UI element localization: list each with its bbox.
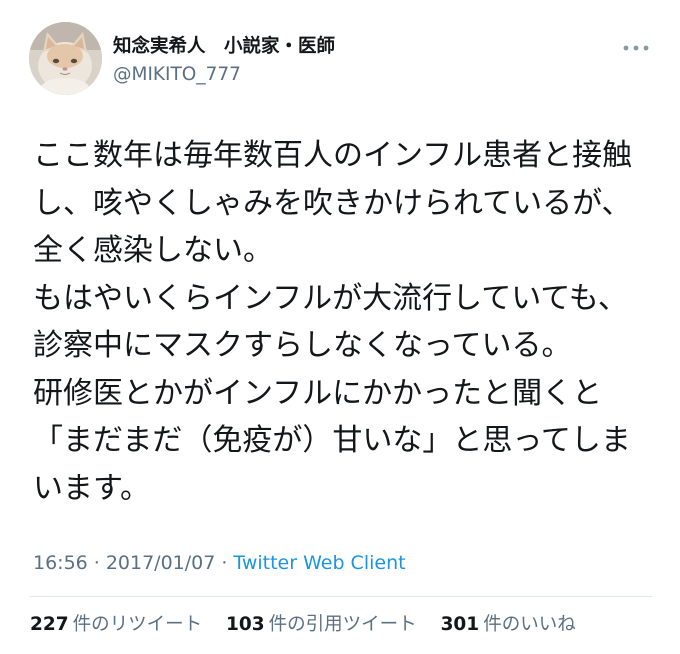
tweet-metadata: 16:56 · 2017/01/07 · Twitter Web Client — [33, 550, 653, 576]
more-options-button[interactable] — [618, 38, 654, 58]
tweet-source-link[interactable]: Twitter Web Client — [233, 552, 405, 574]
tweet-line: います。 — [33, 470, 150, 506]
tweet-line: 「まだまだ（免疫が）甘いな」と思ってしま — [33, 423, 631, 458]
tweet-time[interactable]: 16:56 — [33, 552, 88, 574]
quote-tweets-stat[interactable]: 103 件の引用ツイート — [226, 611, 417, 639]
avatar[interactable] — [29, 22, 102, 95]
like-label: 件のいいね — [483, 614, 576, 635]
tweet-text: ここ数年は毎年数百人のインフル患者と接触 し、咳やくしゃみを吹きかけられているが… — [33, 132, 663, 512]
tweet-stats: 227 件のリツイート 103 件の引用ツイート 301 件のいいね — [30, 611, 660, 639]
tweet-line: し、咳やくしゃみを吹きかけられているが、 — [33, 185, 632, 221]
quote-tweet-label: 件の引用ツイート — [268, 614, 417, 635]
retweets-stat[interactable]: 227 件のリツイート — [30, 611, 202, 639]
retweet-label: 件のリツイート — [72, 614, 203, 635]
retweet-count: 227 — [30, 614, 69, 635]
likes-stat[interactable]: 301 件のいいね — [441, 611, 576, 639]
cat-avatar-image — [29, 22, 102, 95]
like-count: 301 — [440, 614, 480, 635]
tweet-line: 診察中にマスクすらしなくなっている。 — [33, 328, 572, 363]
more-horizontal-icon — [623, 45, 649, 51]
tweet-date[interactable]: 2017/01/07 — [106, 552, 216, 574]
separator: · — [93, 552, 100, 574]
tweet-line: ここ数年は毎年数百人のインフル患者と接触 — [33, 138, 633, 173]
separator: · — [221, 552, 228, 574]
tweet-line: もはやいくらインフルが大流行していても、 — [33, 280, 628, 316]
tweet-line: 全く感染しない。 — [33, 233, 273, 268]
display-name[interactable]: 知念実希人 小説家・医師 — [113, 33, 583, 61]
divider — [30, 596, 652, 597]
tweet-line: 研修医とかがインフルにかかったと聞くと — [33, 375, 603, 411]
user-handle[interactable]: @MIKITO_777 — [113, 61, 583, 89]
user-info: 知念実希人 小説家・医師 @MIKITO_777 — [113, 33, 583, 89]
quote-tweet-count: 103 — [226, 614, 265, 635]
